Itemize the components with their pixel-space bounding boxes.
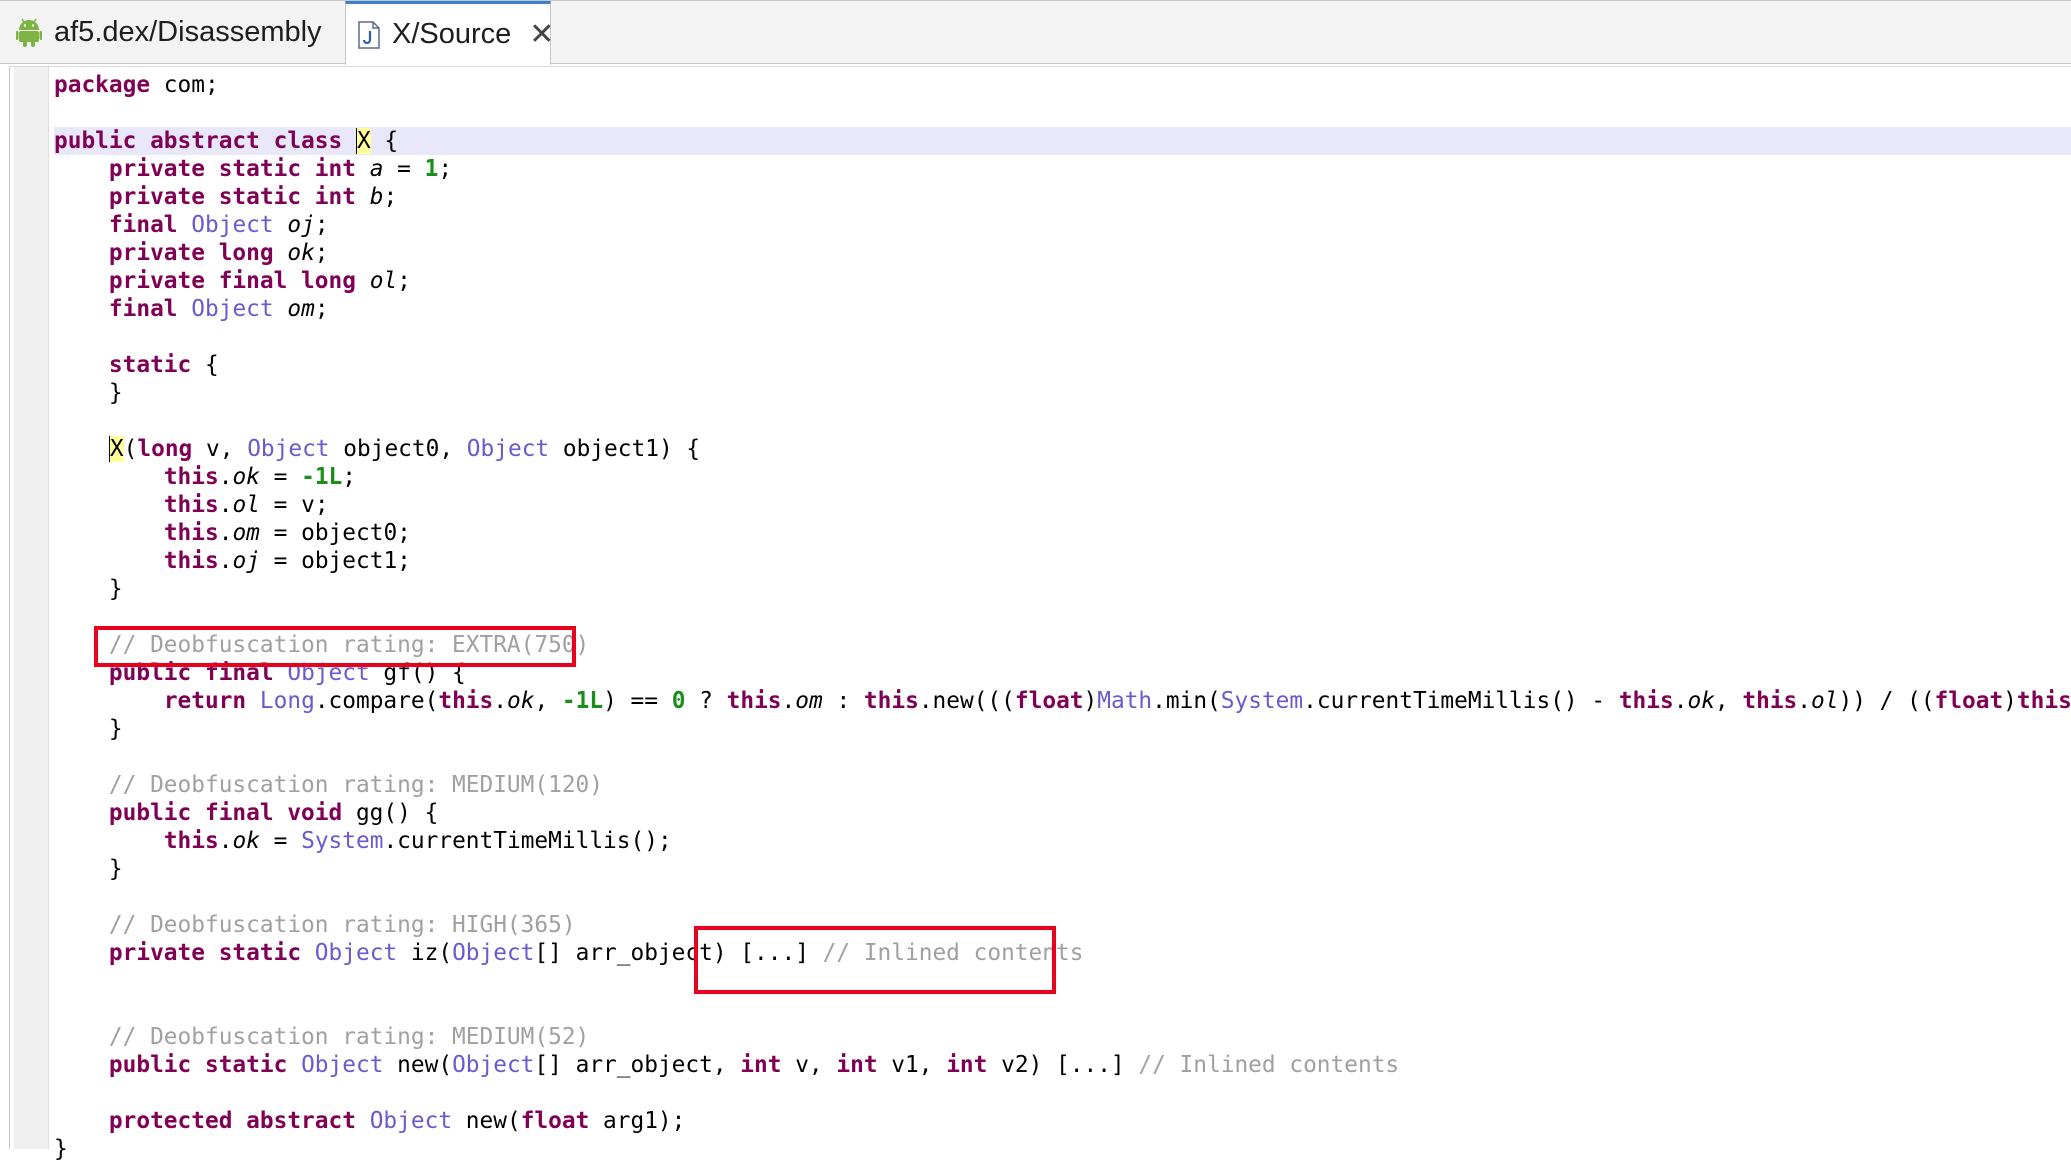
code-line-current: public abstract class X { <box>54 127 2071 155</box>
tab-disassembly[interactable]: af5.dex/Disassembly <box>8 1 338 64</box>
android-icon <box>16 18 42 48</box>
code-comment: // Deobfuscation rating: MEDIUM(52) <box>108 1024 590 1050</box>
class-name[interactable]: X <box>355 128 371 154</box>
method-abstract-decl: protected abstract Object new(float arg1… <box>108 1108 686 1134</box>
method-new-decl: public static Object new(Object[] arr_ob… <box>108 1052 1400 1078</box>
tab-label: X/Source <box>392 18 512 50</box>
field-decl: private final long ol; <box>108 268 411 294</box>
code-line: this.om = object0; <box>163 520 411 546</box>
static-block: static { <box>108 352 219 378</box>
method-gg-decl: public final void gg() { <box>108 800 439 826</box>
collapsed-body[interactable]: [...] <box>1056 1052 1125 1078</box>
code-comment: // Deobfuscation rating: MEDIUM(120) <box>108 772 604 798</box>
code-comment: // Deobfuscation rating: HIGH(365) <box>108 912 576 938</box>
code-line: return Long.compare(this.ok, -1L) == 0 ?… <box>163 688 2071 714</box>
code-line: this.oj = object1; <box>163 548 411 574</box>
tab-source[interactable]: X/Source ✕ <box>345 1 554 65</box>
code-area[interactable]: package com; public abstract class X { p… <box>54 71 2071 1163</box>
constructor-decl: X(long v, Object object0, Object object1… <box>108 436 701 462</box>
code-line: this.ok = -1L; <box>163 464 357 490</box>
code-line: } <box>54 716 123 742</box>
field-decl: private static int b; <box>108 184 398 210</box>
tab-label: af5.dex/Disassembly <box>54 16 322 48</box>
collapsed-body[interactable]: [...] <box>740 940 809 966</box>
method-iz-decl: private static Object iz(Object[] arr_ob… <box>108 940 1084 966</box>
code-line: this.ok = System.currentTimeMillis(); <box>163 828 672 854</box>
field-decl: final Object oj; <box>108 212 329 238</box>
java-file-icon <box>358 20 380 49</box>
code-line: } <box>108 380 123 406</box>
code-comment: // Deobfuscation rating: EXTRA(750) <box>108 632 590 658</box>
method-gf-decl: public final Object gf() { <box>108 660 466 686</box>
editor-tab-bar: af5.dex/Disassembly X/Source ✕ <box>0 0 2071 65</box>
code-line: } <box>54 576 123 602</box>
code-line: } <box>54 856 123 882</box>
code-line: this.ol = v; <box>163 492 329 518</box>
field-decl: private long ok; <box>108 240 329 266</box>
field-decl: private static int a = 1; <box>108 156 453 182</box>
code-line: package com; <box>54 72 219 98</box>
editor-gutter <box>14 67 49 1149</box>
code-line: } <box>54 1136 68 1162</box>
close-icon[interactable]: ✕ <box>529 19 554 50</box>
source-editor[interactable]: package com; public abstract class X { p… <box>9 66 2071 1162</box>
field-decl: final Object om; <box>108 296 329 322</box>
